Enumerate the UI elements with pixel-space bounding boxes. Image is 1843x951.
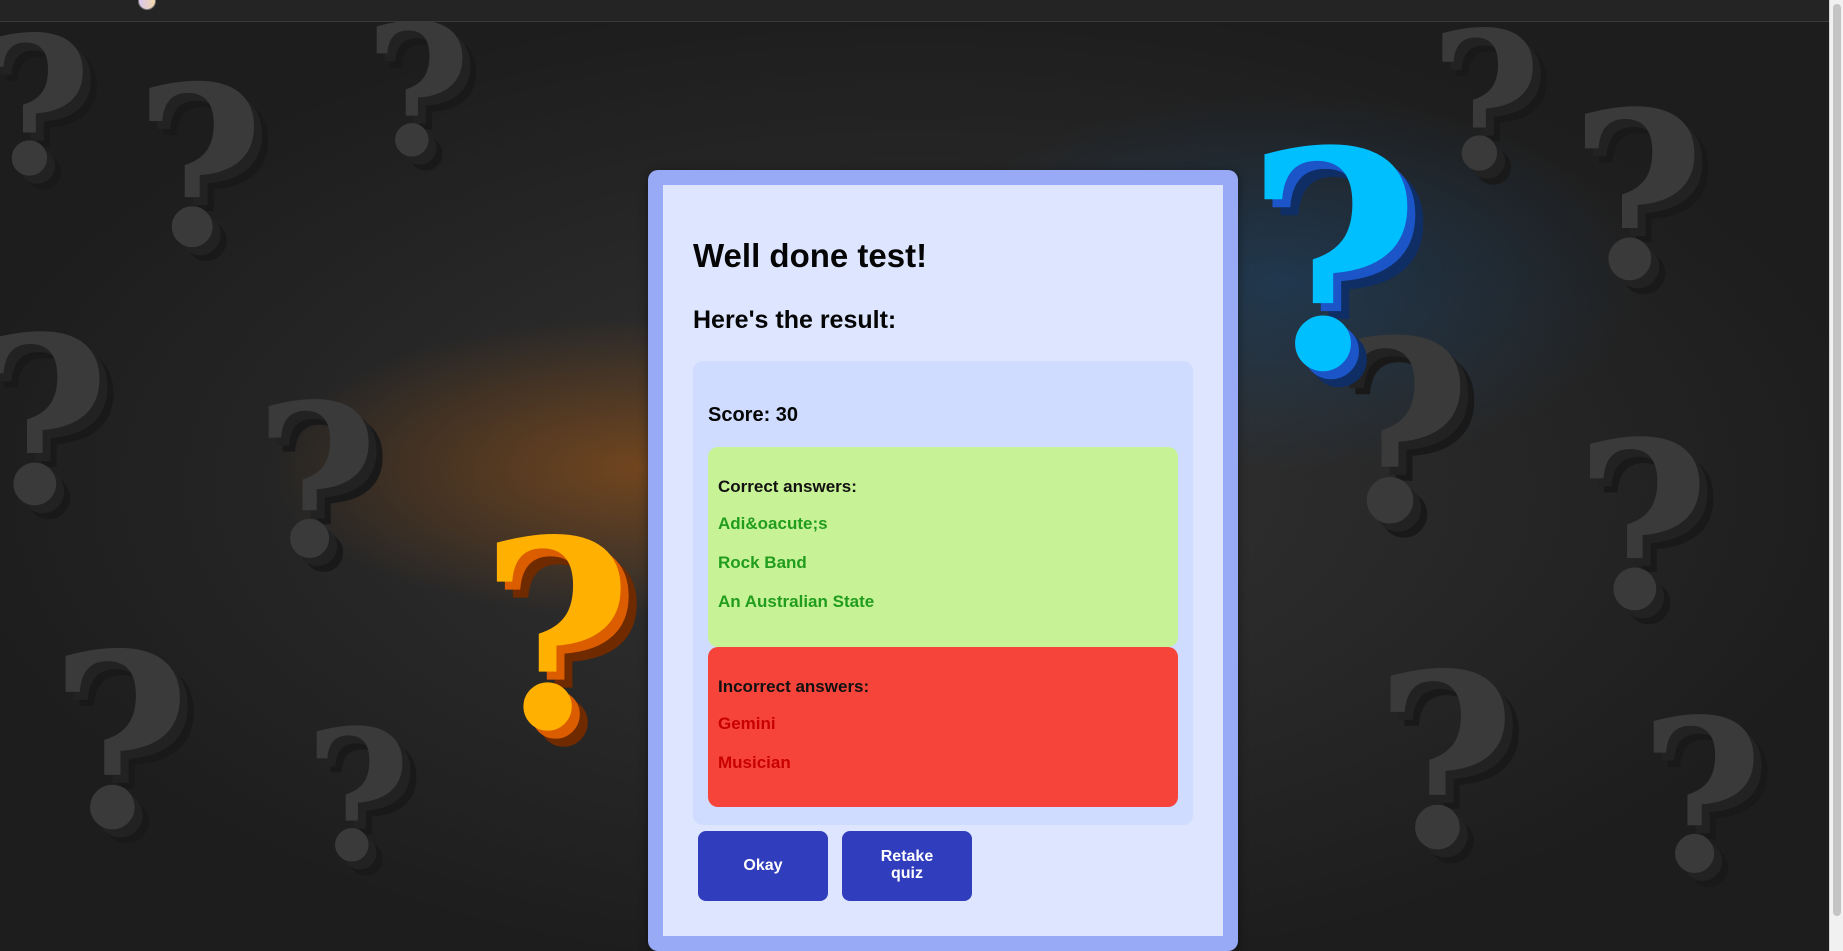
dialog-content: Well done test! Here's the result: Score… <box>663 185 1223 936</box>
okay-button[interactable]: Okay <box>698 831 828 901</box>
scrollbar-thumb[interactable] <box>1833 4 1841 916</box>
incorrect-answer-item: Gemini <box>718 714 776 733</box>
incorrect-answers-heading: Incorrect answers: <box>718 677 870 696</box>
question-mark-icon: ? <box>1245 85 1421 438</box>
question-mark-icon: ? <box>1375 621 1516 903</box>
question-mark-icon: ? <box>135 37 264 296</box>
correct-answers-panel: Correct answers: Adi&oacute;s Rock Band … <box>708 447 1178 647</box>
question-mark-icon: ? <box>50 601 191 883</box>
score-label: Score: 30 <box>708 404 799 426</box>
incorrect-answer-item: Musician <box>718 753 791 772</box>
app-logo-icon <box>138 0 156 10</box>
question-mark-icon: ? <box>255 358 379 605</box>
incorrect-answers-panel: Incorrect answers: Gemini Musician <box>708 647 1178 807</box>
top-bar <box>0 0 1830 22</box>
question-mark-icon: ? <box>0 12 91 202</box>
question-mark-icon: ? <box>1430 0 1542 213</box>
correct-answers-heading: Correct answers: <box>718 477 857 496</box>
question-mark-icon: ? <box>1570 62 1705 332</box>
question-mark-icon: ? <box>365 0 471 197</box>
quiz-result-page: ? ? ? ? ? ? ? ? ? ? ? ? ? ? ? Well done … <box>0 0 1843 951</box>
question-mark-icon: ? <box>480 484 633 789</box>
result-card: Score: 30 Correct answers: Adi&oacute;s … <box>693 361 1193 825</box>
quiz-result-dialog: Well done test! Here's the result: Score… <box>648 170 1238 951</box>
correct-answer-item: Rock Band <box>718 553 807 572</box>
dialog-subtitle: Here's the result: <box>693 306 897 334</box>
question-mark-icon: ? <box>305 691 411 902</box>
dialog-title: Well done test! <box>693 237 928 274</box>
vertical-scrollbar[interactable] <box>1829 0 1843 951</box>
correct-answer-item: Adi&oacute;s <box>718 514 828 533</box>
question-mark-icon: ? <box>0 307 110 537</box>
question-mark-icon: ? <box>1640 673 1764 920</box>
correct-answer-item: An Australian State <box>718 592 875 611</box>
question-mark-icon: ? <box>1575 392 1710 662</box>
retake-quiz-button[interactable]: Retake quiz <box>842 831 972 901</box>
